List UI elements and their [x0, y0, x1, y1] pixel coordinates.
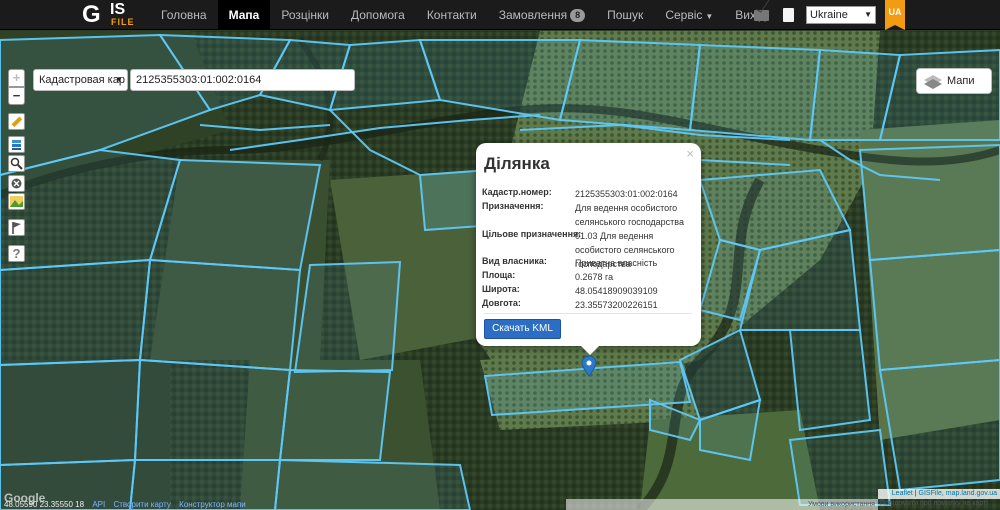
nav-item-help[interactable]: Допомога	[340, 0, 416, 30]
base-maps-button[interactable]: Мапи	[916, 68, 992, 94]
info-key: Площа:	[482, 270, 516, 280]
logo-letter: G	[82, 1, 101, 28]
nav-item-orders-label: Замовлення	[498, 8, 568, 22]
nav-item-orders[interactable]: Замовлення 8	[488, 0, 596, 30]
top-navbar: G IS FILE Головна Мапа Розцінки Допомога…	[0, 0, 1000, 30]
info-key: Призначення:	[482, 201, 544, 211]
info-value: 0.2678 га	[575, 272, 614, 282]
country-select-value: Ukraine	[810, 9, 848, 21]
nav-item-service[interactable]: Сервіс ▼	[654, 0, 724, 30]
nav-item-map[interactable]: Мапа	[217, 0, 271, 30]
nav-item-home[interactable]: Головна	[150, 0, 218, 30]
layers-stack-icon[interactable]	[8, 136, 25, 153]
layers-icon	[924, 75, 942, 89]
logo-tagline: FILE	[111, 17, 135, 27]
info-key: Кадастр.номер:	[482, 187, 552, 197]
nav-item-search[interactable]: Пошук	[596, 0, 654, 30]
report-error-link[interactable]: Повідомити про помилку на карті	[880, 500, 988, 507]
cadastral-layer-select[interactable]: Кадастровая кар ▼	[33, 69, 128, 91]
gisfile-logo[interactable]: G IS FILE	[80, 0, 150, 30]
download-kml-button[interactable]: Скачать KML	[484, 319, 561, 339]
country-select[interactable]: Ukraine ▼	[806, 6, 876, 24]
location-marker-icon[interactable]	[581, 355, 597, 377]
chevron-down-icon: ▼	[864, 10, 872, 19]
help-icon[interactable]: ?	[8, 245, 25, 262]
gisfile-attribution-link[interactable]: GISFile, map.land.gov.ua	[919, 490, 997, 497]
flag-icon[interactable]	[8, 219, 25, 236]
layer-select-value: Кадастровая кар	[39, 74, 125, 86]
cursor-coordinates: 48.05590 23.35550 18	[4, 500, 85, 509]
info-value: Для ведення особистого селянського госпо…	[575, 203, 684, 227]
popup-title: Ділянка	[484, 154, 550, 173]
info-value: Приватна власність	[575, 258, 658, 268]
mail-icon[interactable]	[754, 10, 769, 21]
info-value: 23.35573200226151	[575, 300, 658, 310]
nav-item-service-label: Сервіс	[665, 8, 703, 22]
parcel-info-popup: × Ділянка Кадастр.номер: 2125355303:01:0…	[476, 143, 701, 355]
main-nav: Головна Мапа Розцінки Допомога Контакти …	[150, 0, 777, 30]
info-key: Цільове призначення:	[482, 229, 582, 239]
landscape-icon[interactable]	[8, 193, 25, 210]
create-map-link[interactable]: Створити карту	[113, 500, 170, 509]
leaflet-link[interactable]: Leaflet	[892, 490, 913, 497]
zoom-out-button[interactable]: −	[8, 87, 25, 105]
popup-divider	[484, 313, 692, 314]
orders-count-badge: 8	[570, 9, 586, 22]
map-status-bar: 48.05590 23.35550 18 API Створити карту …	[0, 499, 570, 510]
zoom-in-button[interactable]: +	[8, 69, 25, 87]
info-key: Широта:	[482, 284, 520, 294]
terms-link[interactable]: Умови використання	[808, 499, 875, 510]
cadastral-number-search-input[interactable]	[130, 69, 355, 91]
info-key: Довгота:	[482, 298, 521, 308]
map-builder-link[interactable]: Конструктор мапи	[179, 500, 246, 509]
magnifier-icon[interactable]	[8, 155, 25, 172]
chevron-down-icon: ▼	[115, 75, 123, 84]
info-key: Вид власника:	[482, 256, 547, 266]
info-value: 48.05418909039109	[575, 286, 658, 296]
chevron-down-icon: ▼	[705, 12, 714, 21]
close-icon[interactable]: ×	[686, 146, 694, 161]
nav-item-contacts[interactable]: Контакти	[416, 0, 488, 30]
leaflet-attribution: Leaflet | GISFile, map.land.gov.ua	[878, 489, 1000, 499]
clear-icon[interactable]	[8, 175, 25, 192]
document-icon[interactable]	[783, 8, 794, 22]
nav-item-prices[interactable]: Розцінки	[270, 0, 340, 30]
info-value: 2125355303:01:002:0164	[575, 189, 678, 199]
language-flag[interactable]: UA	[885, 0, 905, 30]
base-maps-label: Мапи	[947, 75, 975, 87]
api-link[interactable]: API	[92, 500, 105, 509]
ruler-icon[interactable]	[8, 113, 25, 130]
